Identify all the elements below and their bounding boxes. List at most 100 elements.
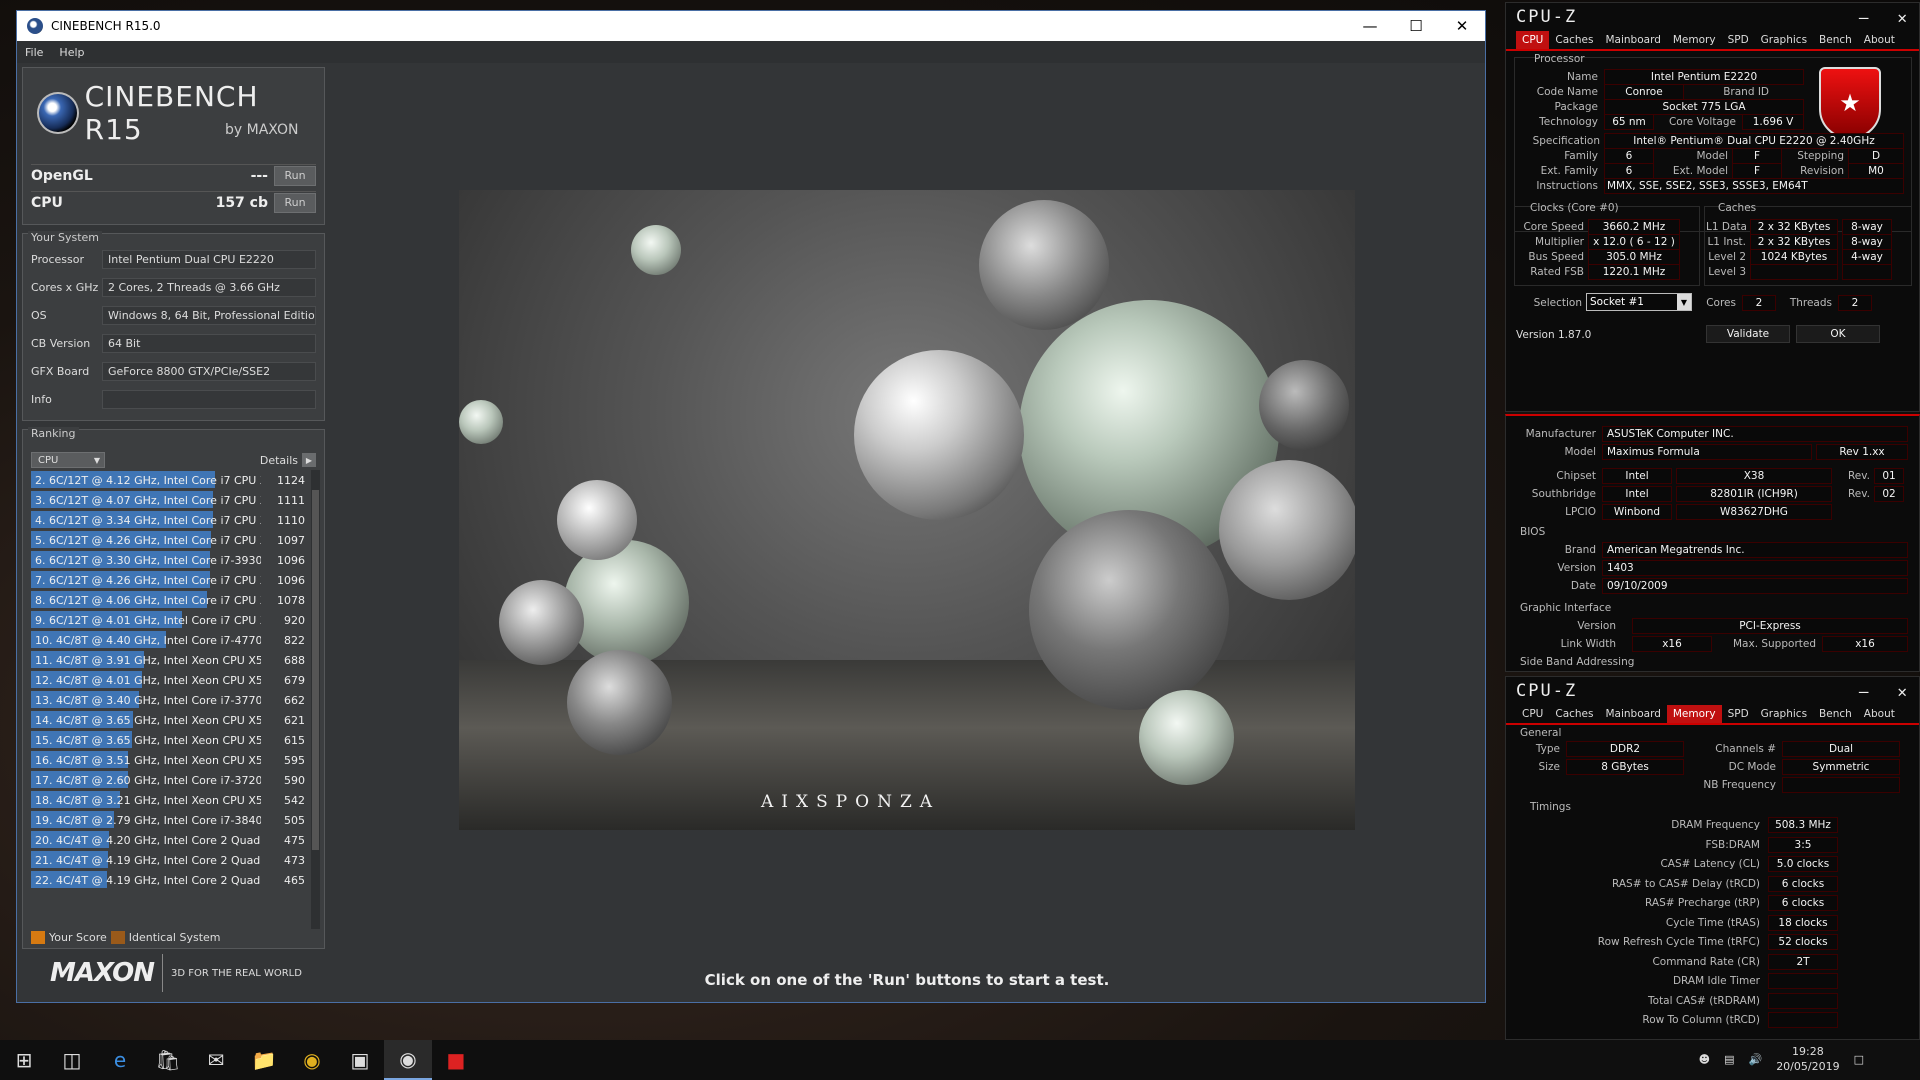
lpc-vendor: Winbond [1602,504,1672,520]
chipset-vendor: Intel [1602,468,1672,484]
family-value: 6 [1604,148,1654,164]
tab-mainboard[interactable]: Mainboard [1599,31,1666,49]
edge-icon[interactable]: e [96,1040,144,1080]
menu-file[interactable]: File [25,46,43,59]
ranking-row[interactable]: 21. 4C/4T @ 4.19 GHz, Intel Core 2 Quad … [31,850,307,870]
ranking-row[interactable]: 18. 4C/8T @ 3.21 GHz, Intel Xeon CPU X55… [31,790,307,810]
ranking-row[interactable]: 10. 4C/8T @ 4.40 GHz, Intel Core i7-4770… [31,630,307,650]
ranking-title: Ranking [28,427,79,440]
ranking-panel: Ranking CPU ▼ Details ▶ 2. 6C/12T @ 4.12… [22,427,325,949]
chrome-icon[interactable]: ◉ [288,1040,336,1080]
ranking-row[interactable]: 17. 4C/8T @ 2.60 GHz, Intel Core i7-3720… [31,770,307,790]
close-button[interactable]: ✕ [1439,17,1485,35]
tab-graphics[interactable]: Graphics [1755,31,1813,49]
ranking-row[interactable]: 13. 4C/8T @ 3.40 GHz, Intel Core i7-3770… [31,690,307,710]
ranking-row[interactable]: 11. 4C/8T @ 3.91 GHz, Intel Xeon CPU X55… [31,650,307,670]
ranking-row[interactable]: 22. 4C/4T @ 4.19 GHz, Intel Core 2 Quad … [31,870,307,890]
start-icon[interactable]: ⊞ [0,1040,48,1080]
ranking-row[interactable]: 14. 4C/8T @ 3.65 GHz, Intel Xeon CPU X55… [31,710,307,730]
ranking-row[interactable]: 15. 4C/8T @ 3.65 GHz, Intel Xeon CPU X55… [31,730,307,750]
maximize-button[interactable]: ☐ [1393,17,1439,35]
task-view-icon[interactable]: ◫ [48,1040,96,1080]
details-button[interactable]: ▶ [302,453,316,467]
network-icon[interactable]: ▤ [1724,1053,1734,1066]
ranking-select-value: CPU [38,454,59,466]
scroll-thumb[interactable] [312,490,319,850]
your-system-title: Your System [28,231,102,244]
ranking-row[interactable]: 20. 4C/4T @ 4.20 GHz, Intel Core 2 Quad … [31,830,307,850]
ranking-row[interactable]: 5. 6C/12T @ 4.26 GHz, Intel Core i7 CPU … [31,530,307,550]
tab-about[interactable]: About [1858,705,1901,723]
ratedfsb-value: 1220.1 MHz [1588,264,1680,280]
tab-cpu[interactable]: CPU [1516,705,1549,723]
ranking-row[interactable]: 12. 4C/8T @ 4.01 GHz, Intel Xeon CPU X55… [31,670,307,690]
timing-value: 6 clocks [1768,895,1838,911]
app-icon[interactable]: ▣ [336,1040,384,1080]
ranking-score: 1078 [277,593,305,607]
ranking-row[interactable]: 19. 4C/8T @ 2.79 GHz, Intel Core i7-3840… [31,810,307,830]
opengl-run-button[interactable]: Run [274,165,316,186]
clock-date: 20/05/2019 [1776,1060,1840,1073]
l1data-ways: 8-way [1842,219,1892,235]
ranking-row[interactable]: 3. 6C/12T @ 4.07 GHz, Intel Core i7 CPU … [31,490,307,510]
tab-mainboard[interactable]: Mainboard [1599,705,1666,723]
cinebench-icon[interactable]: ◉ [384,1040,432,1080]
validate-button[interactable]: Validate [1706,325,1790,343]
label: Core Speed [1523,221,1584,233]
ranking-score: 1124 [277,473,305,487]
ranking-label: 19. 4C/8T @ 2.79 GHz, Intel Core i7-3840… [35,813,261,827]
tab-memory[interactable]: Memory [1667,31,1722,49]
ranking-row[interactable]: 4. 6C/12T @ 3.34 GHz, Intel Core i7 CPU … [31,510,307,530]
lpc-model: W83627DHG [1676,504,1832,520]
info-field[interactable] [102,389,316,409]
model-value: F [1732,148,1782,164]
tab-about[interactable]: About [1858,31,1901,49]
timing-label: Command Rate (CR) [1652,955,1760,968]
ranking-score: 679 [284,673,305,687]
tab-graphics[interactable]: Graphics [1755,705,1813,723]
msi-dragon-logo: ★ [1819,67,1881,139]
tab-memory[interactable]: Memory [1666,705,1722,723]
timing-label: CAS# Latency (CL) [1660,858,1760,870]
tab-spd[interactable]: SPD [1722,31,1755,49]
cpuz-window-controls[interactable]: — ✕ [1859,8,1907,27]
tab-caches[interactable]: Caches [1549,705,1599,723]
menu-help[interactable]: Help [59,46,84,59]
explorer-icon[interactable]: 📁 [240,1040,288,1080]
people-icon[interactable]: ☻ [1699,1053,1710,1066]
tab-cpu[interactable]: CPU [1516,31,1550,49]
volume-icon[interactable]: 🔊 [1748,1053,1762,1066]
ranking-row[interactable]: 16. 4C/8T @ 3.51 GHz, Intel Xeon CPU X55… [31,750,307,770]
minimize-button[interactable]: — [1347,17,1393,35]
tab-bench[interactable]: Bench [1813,705,1858,723]
maxon-footer: MAXON 3D FOR THE REAL WORLD [22,947,325,999]
ranking-row[interactable]: 6. 6C/12T @ 3.30 GHz, Intel Core i7-3930… [31,550,307,570]
label: Name [1567,71,1598,83]
ranking-label: 11. 4C/8T @ 3.91 GHz, Intel Xeon CPU X55… [35,653,261,667]
store-icon[interactable]: 🛍 [144,1040,192,1080]
ranking-label: 20. 4C/4T @ 4.20 GHz, Intel Core 2 Quad … [35,833,261,847]
mail-icon[interactable]: ✉ [192,1040,240,1080]
cpu-run-button[interactable]: Run [274,192,316,213]
timing-label: RAS# Precharge (tRP) [1645,897,1760,909]
tab-spd[interactable]: SPD [1722,705,1755,723]
cpuz2-window-controls[interactable]: — ✕ [1859,682,1907,701]
ok-button[interactable]: OK [1796,325,1880,343]
ranking-row[interactable]: 2. 6C/12T @ 4.12 GHz, Intel Core i7 CPU … [31,470,307,490]
cpuz-icon[interactable]: ■ [432,1040,480,1080]
ranking-select[interactable]: CPU ▼ [31,452,105,468]
ranking-row[interactable]: 9. 6C/12T @ 4.01 GHz, Intel Core i7 CPU … [31,610,307,630]
legend-your-score: Your Score [49,931,107,944]
notifications-icon[interactable]: □ [1854,1053,1864,1066]
tab-caches[interactable]: Caches [1549,31,1599,49]
ranking-row[interactable]: 7. 6C/12T @ 4.26 GHz, Intel Core i7 CPU … [31,570,307,590]
tab-bench[interactable]: Bench [1813,31,1858,49]
sys-value: Windows 8, 64 Bit, Professional Edition [102,305,316,325]
clock[interactable]: 19:28 20/05/2019 [1776,1044,1839,1074]
max-supported-value: x16 [1822,636,1908,652]
label: DC Mode [1728,761,1776,773]
selection-dropdown[interactable]: Socket #1 ▼ [1586,293,1692,311]
ranking-scrollbar[interactable] [311,470,320,929]
ranking-row[interactable]: 8. 6C/12T @ 4.06 GHz, Intel Core i7 CPU … [31,590,307,610]
label: Ext. Family [1540,165,1598,177]
